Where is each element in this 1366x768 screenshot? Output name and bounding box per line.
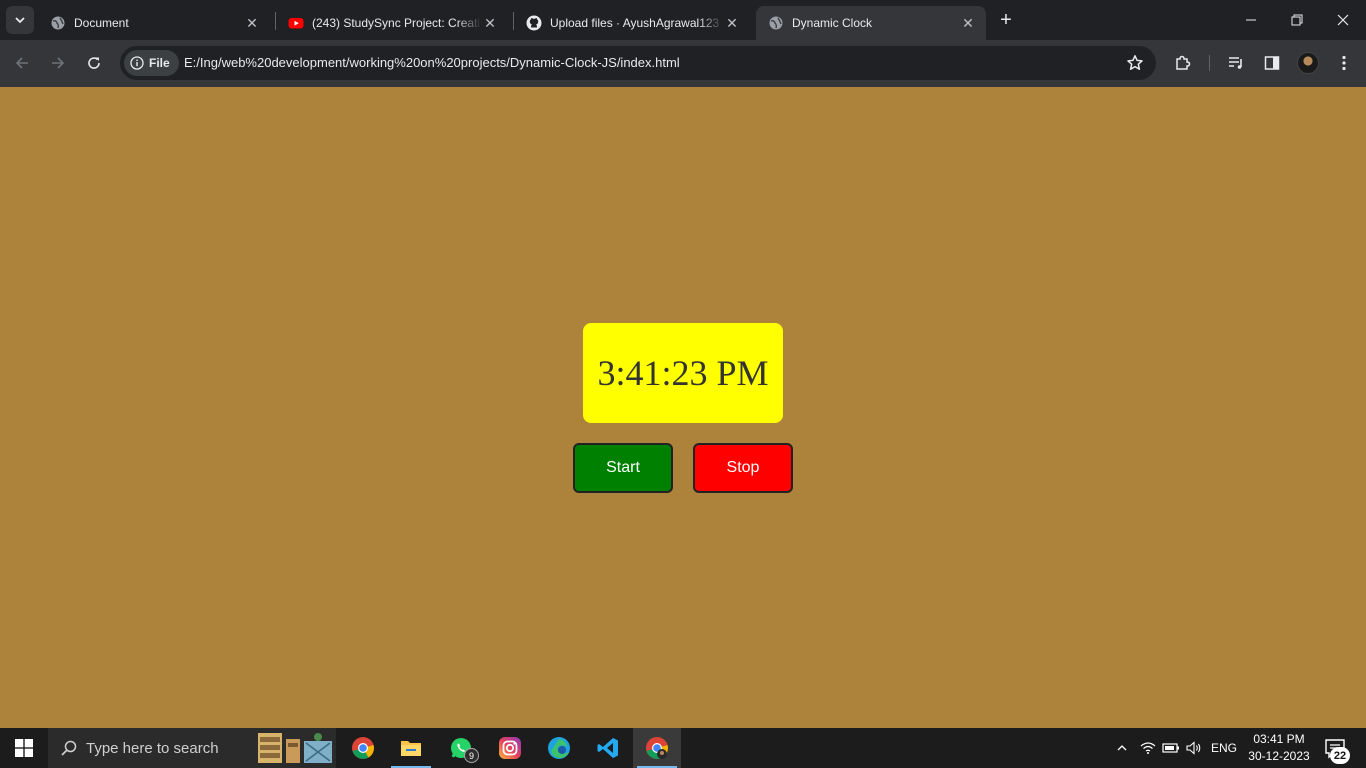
- network-status[interactable]: [1138, 728, 1158, 768]
- restore-button[interactable]: [1274, 0, 1320, 40]
- site-info-chip[interactable]: File: [124, 50, 179, 76]
- close-tab-icon[interactable]: ✕: [244, 15, 260, 31]
- battery-status[interactable]: [1161, 728, 1181, 768]
- more-vertical-icon: [1342, 55, 1346, 71]
- globe-icon: [768, 15, 784, 31]
- search-icon: [60, 739, 78, 757]
- file-explorer-icon: [401, 741, 421, 756]
- system-time: 03:41 PM: [1253, 732, 1305, 746]
- bookmark-star-icon[interactable]: [1126, 54, 1144, 72]
- instagram-icon: [499, 737, 521, 759]
- menu-button[interactable]: [1333, 52, 1355, 74]
- battery-icon: [1162, 743, 1179, 753]
- vscode-icon: [597, 738, 618, 758]
- media-queue-icon: [1229, 57, 1242, 69]
- restore-icon: [1291, 14, 1303, 26]
- show-hidden-icons[interactable]: [1112, 728, 1132, 768]
- taskbar-vscode[interactable]: [584, 728, 632, 768]
- taskbar-chrome[interactable]: [339, 728, 387, 768]
- close-icon: [1337, 14, 1349, 26]
- notification-count-badge: 22: [1330, 747, 1350, 764]
- close-window-button[interactable]: [1320, 0, 1366, 40]
- chevron-up-icon: [1117, 745, 1127, 751]
- speaker-icon: [1186, 741, 1201, 755]
- search-placeholder: Type here to search: [86, 739, 219, 757]
- minimize-button[interactable]: [1228, 0, 1274, 40]
- address-bar[interactable]: File E:/Ing/web%20development/working%20…: [120, 46, 1156, 80]
- globe-icon: [50, 15, 66, 31]
- media-control-button[interactable]: [1225, 52, 1247, 74]
- tab-dynamic-clock[interactable]: Dynamic Clock ✕: [756, 6, 986, 40]
- profile-avatar[interactable]: [1297, 52, 1319, 74]
- tab-github[interactable]: Upload files · AyushAgrawal123 ✕: [514, 6, 750, 40]
- side-panel-button[interactable]: [1261, 52, 1283, 74]
- notification-badge: 9: [464, 748, 479, 763]
- taskbar-file-explorer[interactable]: [387, 728, 435, 768]
- new-tab-button[interactable]: +: [994, 8, 1018, 32]
- tab-title: Document: [74, 16, 129, 30]
- browser-toolbar: File E:/Ing/web%20development/working%20…: [0, 40, 1366, 87]
- puzzle-icon: [1176, 55, 1191, 70]
- back-button[interactable]: [7, 48, 37, 78]
- input-language[interactable]: ENG: [1209, 728, 1239, 768]
- reload-button[interactable]: [79, 48, 109, 78]
- arrow-left-icon: [15, 57, 28, 69]
- url-text[interactable]: E:/Ing/web%20development/working%20on%20…: [184, 55, 680, 70]
- start-button[interactable]: Start: [573, 443, 673, 493]
- reload-icon: [88, 57, 100, 69]
- volume-control[interactable]: [1184, 728, 1204, 768]
- taskbar: Type here to search 9 ENG 03:41 PM 30-12…: [0, 728, 1366, 768]
- close-tab-icon[interactable]: ✕: [724, 15, 740, 31]
- tab-youtube[interactable]: (243) StudySync Project: Creatin ✕: [276, 6, 508, 40]
- search-highlight-illustration: [258, 733, 332, 763]
- tab-title: Dynamic Clock: [792, 16, 873, 30]
- github-icon: [526, 15, 542, 31]
- taskbar-chrome-active[interactable]: [633, 728, 681, 768]
- chrome-profile-icon: [646, 737, 668, 759]
- system-date: 30-12-2023: [1248, 749, 1310, 763]
- clock-display: 3:41:23 PM: [583, 323, 783, 423]
- side-panel-icon: [1264, 56, 1280, 70]
- arrow-right-icon: [52, 57, 65, 69]
- start-menu-button[interactable]: [0, 728, 48, 768]
- close-tab-icon[interactable]: ✕: [482, 15, 498, 31]
- system-clock[interactable]: 03:41 PM 30-12-2023: [1240, 731, 1318, 765]
- minimize-icon: [1246, 19, 1256, 21]
- taskbar-whatsapp[interactable]: 9: [437, 728, 485, 768]
- edge-icon: [548, 737, 570, 759]
- extensions-button[interactable]: [1172, 52, 1194, 74]
- youtube-icon: [288, 15, 304, 31]
- taskbar-instagram[interactable]: [486, 728, 534, 768]
- chevron-down-icon: [15, 17, 25, 24]
- tab-document[interactable]: Document ✕: [38, 6, 270, 40]
- info-icon: [130, 56, 144, 70]
- site-info-label: File: [149, 56, 170, 70]
- page-content: 3:41:23 PM Start Stop: [0, 87, 1366, 728]
- chrome-icon: [352, 737, 374, 759]
- forward-button[interactable]: [43, 48, 73, 78]
- close-tab-icon[interactable]: ✕: [960, 15, 976, 31]
- wifi-icon: [1140, 742, 1156, 754]
- toolbar-divider: [1209, 55, 1210, 71]
- tab-title: Upload files · AyushAgrawal123: [550, 16, 720, 30]
- tab-search-button[interactable]: [6, 6, 34, 34]
- stop-button[interactable]: Stop: [693, 443, 793, 493]
- tab-title: (243) StudySync Project: Creatin: [312, 16, 482, 30]
- taskbar-edge[interactable]: [535, 728, 583, 768]
- tab-strip: Document ✕ (243) StudySync Project: Crea…: [0, 0, 1366, 40]
- windows-logo-icon: [15, 739, 33, 757]
